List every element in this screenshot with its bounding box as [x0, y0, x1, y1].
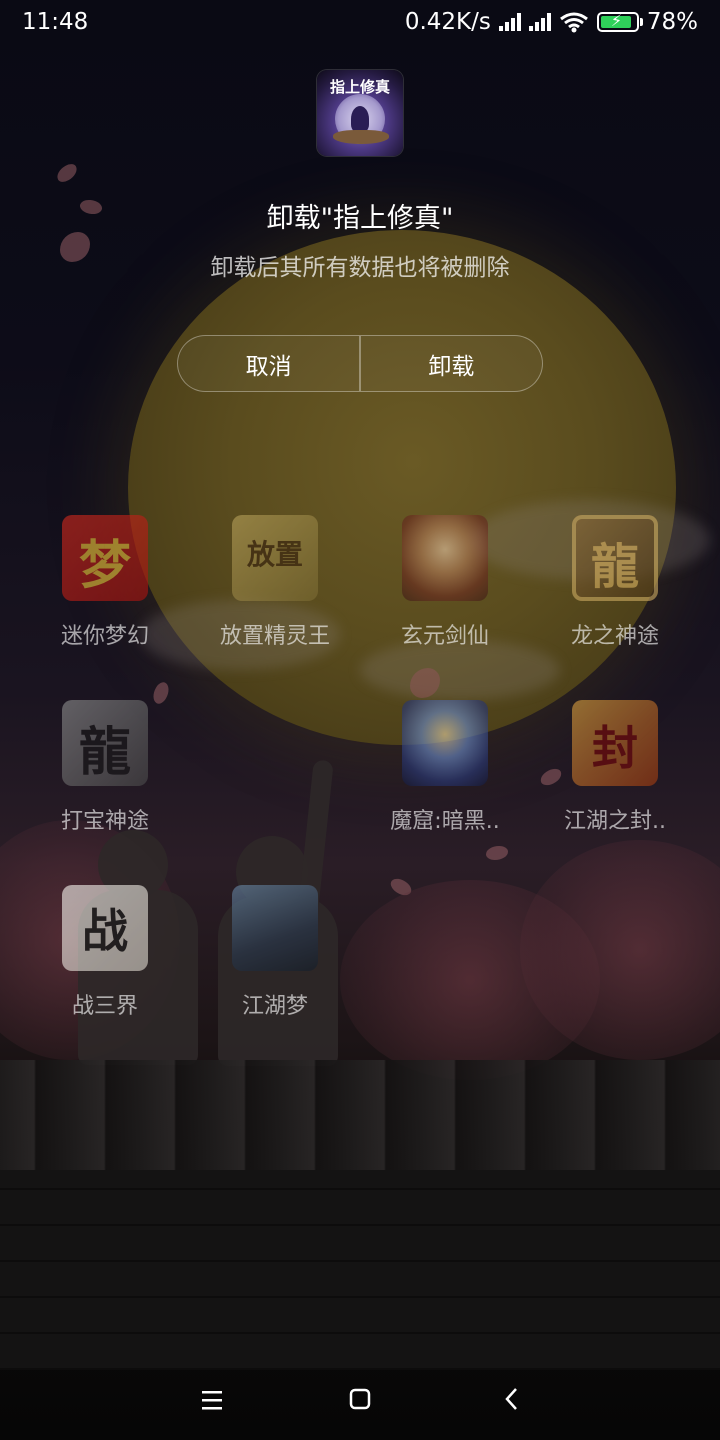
- moku-anhei-icon: [402, 700, 488, 786]
- dialog-subtitle: 卸载后其所有数据也将被删除: [210, 255, 510, 281]
- wallpaper-wall-cap: [0, 1060, 720, 1170]
- back-icon[interactable]: [492, 1382, 532, 1418]
- app-label: 迷你梦幻: [60, 624, 149, 649]
- app-dabao-shentu[interactable]: 龍 打宝神途: [20, 700, 190, 870]
- charging-icon: ⚡: [610, 11, 623, 30]
- app-label: 玄元剑仙: [400, 624, 489, 649]
- dialog-button-group: 取消 卸载: [177, 335, 543, 392]
- xiuzhen-app-icon: 指上修真: [317, 70, 403, 156]
- battery-icon: ⚡: [596, 11, 643, 32]
- dialog-title: 卸载"指上修真": [266, 203, 454, 234]
- app-label: 打宝神途: [60, 809, 149, 834]
- network-speed: 0.42K/s: [404, 9, 491, 35]
- long-shentu-icon: 龍: [572, 515, 658, 601]
- status-time: 11:48: [22, 9, 89, 35]
- status-right: 0.42K/s ⚡ 78%: [405, 9, 698, 35]
- wallpaper-petal: [53, 161, 81, 185]
- app-xuanyuan-jianxian[interactable]: 玄元剑仙: [360, 515, 530, 685]
- app-label: 江湖之封..: [564, 809, 666, 834]
- uninstall-button[interactable]: 卸载: [361, 336, 542, 391]
- zhan-sanjie-icon: 战: [62, 885, 148, 971]
- cancel-button[interactable]: 取消: [178, 336, 359, 391]
- navigation-bar: [0, 1360, 720, 1440]
- wifi-icon: [559, 12, 588, 33]
- wallpaper-wall: [0, 1170, 720, 1370]
- xuanyuan-jianxian-icon: [402, 515, 488, 601]
- dabao-shentu-icon: 龍: [62, 700, 148, 786]
- app-moku-anhei[interactable]: 魔窟:暗黑..: [360, 700, 530, 870]
- mini-menghuan-icon: 梦: [62, 515, 148, 601]
- fangzhi-jinglingwang-icon: 放置: [232, 515, 318, 601]
- app-jianghu-meng[interactable]: 江湖梦: [190, 885, 360, 1055]
- status-bar: 11:48 0.42K/s ⚡ 78%: [0, 0, 720, 48]
- app-long-shentu[interactable]: 龍 龙之神途: [530, 515, 700, 685]
- signal-icon: [528, 13, 551, 31]
- app-fangzhi-jinglingwang[interactable]: 放置 放置精灵王: [190, 515, 360, 685]
- app-label: 放置精灵王: [219, 624, 330, 649]
- home-icon[interactable]: [340, 1382, 380, 1418]
- jianghu-meng-icon: [232, 885, 318, 971]
- app-jianghu-feng[interactable]: 封 江湖之封..: [530, 700, 700, 870]
- app-mini-menghuan[interactable]: 梦 迷你梦幻: [20, 515, 190, 685]
- battery-percent: 78%: [646, 9, 698, 35]
- menu-icon[interactable]: [192, 1382, 232, 1418]
- app-label: 魔窟:暗黑..: [390, 809, 500, 834]
- app-zhan-sanjie[interactable]: 战 战三界: [20, 885, 190, 1055]
- app-label: 战三界: [71, 994, 138, 1019]
- app-label: 龙之神途: [570, 624, 659, 649]
- jianghu-feng-icon: 封: [572, 700, 658, 786]
- signal-icon: [498, 13, 521, 31]
- app-label: 江湖梦: [241, 994, 308, 1019]
- home-screen: 11:48 0.42K/s ⚡ 78% 指上修真 卸载"指上修真" 卸载后其所有…: [0, 0, 720, 1440]
- app-logo-text: 指上修真: [329, 78, 390, 96]
